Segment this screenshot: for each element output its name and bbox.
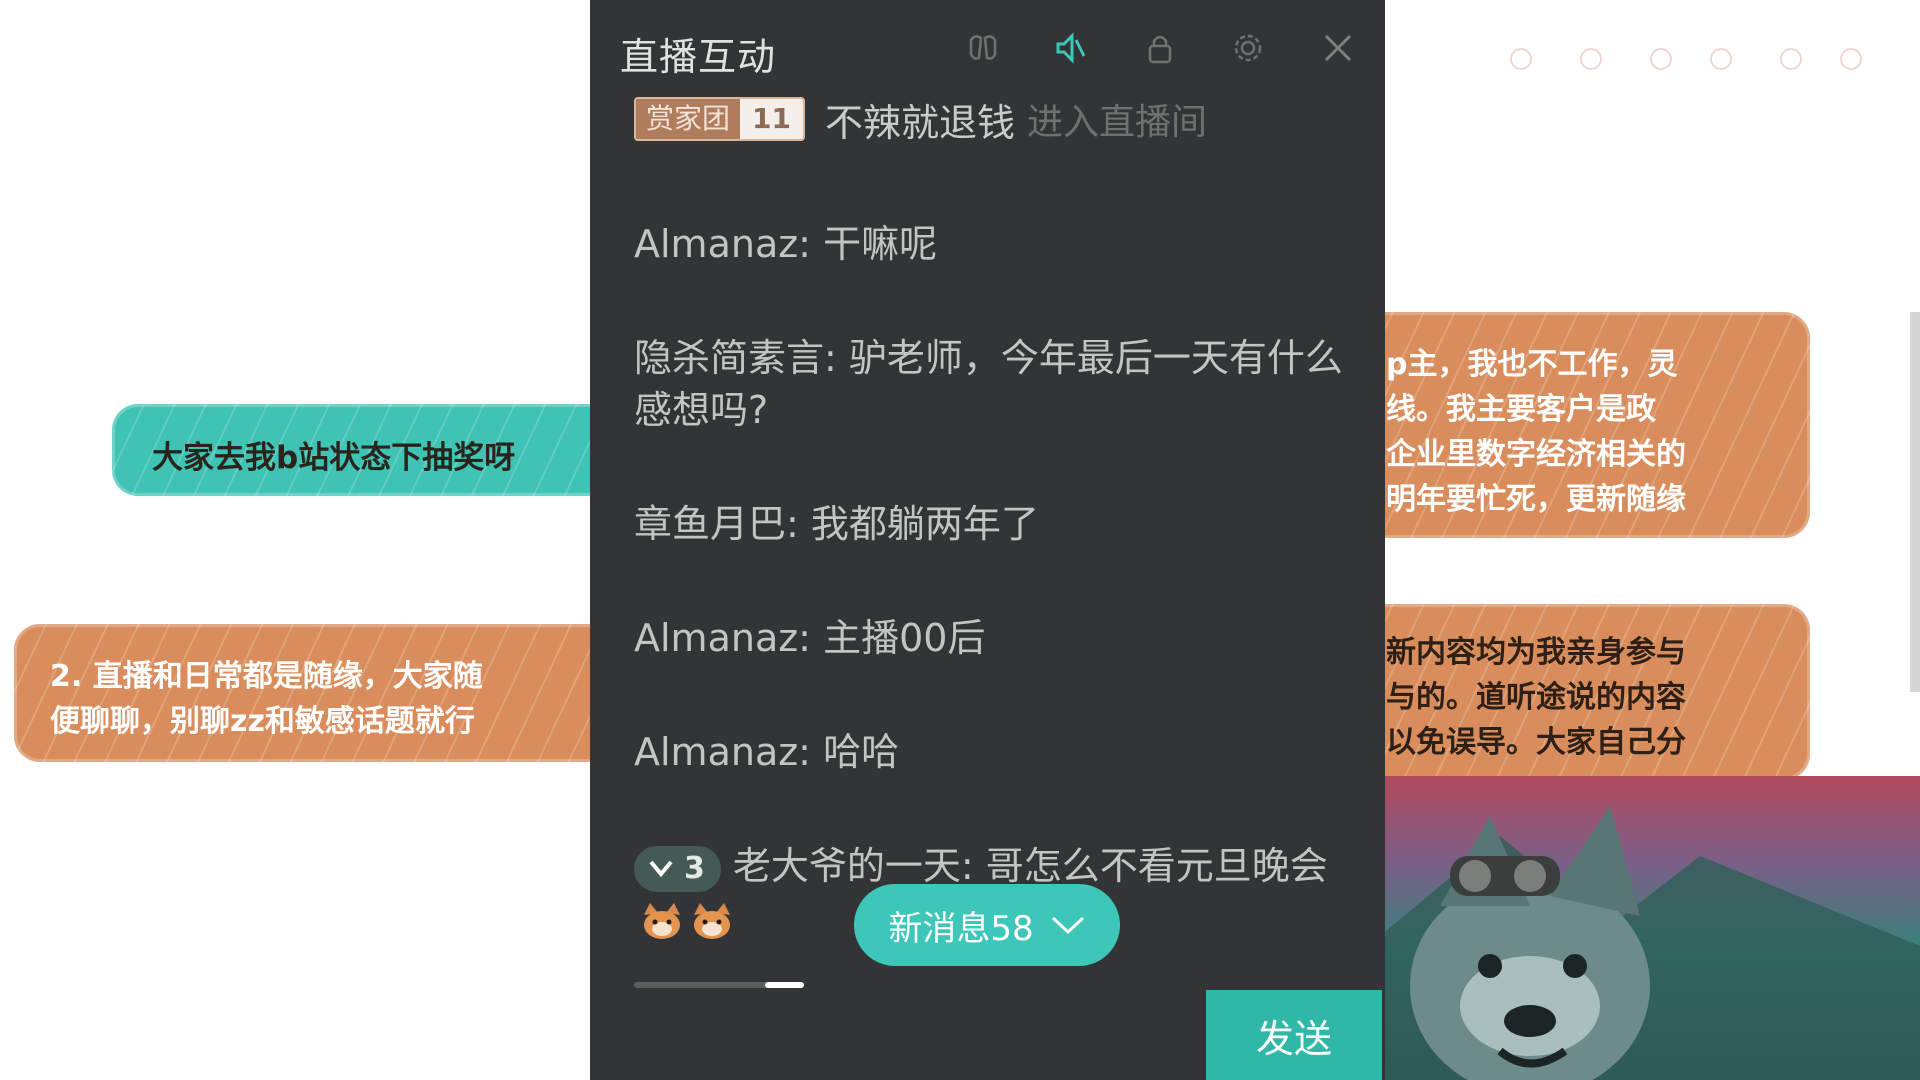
- send-button[interactable]: 发送: [1206, 990, 1382, 1080]
- rank-number: 3: [684, 850, 705, 886]
- chat-text: 主播00后: [823, 616, 986, 660]
- lock-icon[interactable]: [1142, 30, 1178, 66]
- fan-medal-level: 11: [740, 99, 803, 139]
- input-progress-fill: [764, 982, 804, 988]
- rank-badge: 3: [634, 845, 721, 892]
- chat-message: Almanaz: 主播00后: [634, 616, 986, 660]
- chevron-down-icon: [649, 860, 673, 877]
- intro-note-line: p主，我也不工作，灵: [1386, 347, 1678, 382]
- enter-tip: 进入直播间: [1027, 102, 1208, 143]
- enter-notice: 赏家团 11 不辣就退钱 进入直播间: [634, 92, 1374, 146]
- input-progress-bar: [634, 982, 804, 988]
- chat-username[interactable]: 隐杀简素言: [634, 336, 824, 380]
- intro-note-line: 线。我主要客户是政: [1386, 392, 1656, 427]
- chat-message: 隐杀简素言: 驴老师，今年最后一天有什么感想吗?: [634, 336, 1343, 432]
- chat-message: Almanaz: 哈哈: [634, 730, 900, 774]
- decorative-doodles: [1510, 40, 1870, 90]
- panel-header: 直播互动: [590, 0, 1385, 100]
- content-note: 新内容均为我亲身参与 与的。道听途说的内容 以免误导。大家自己分: [1330, 604, 1810, 780]
- scrollbar[interactable]: [1910, 312, 1920, 692]
- chat-text: 我都躺两年了: [810, 502, 1039, 546]
- lottery-note-text: 大家去我b站状态下抽奖呀: [152, 440, 516, 476]
- new-messages-button[interactable]: 新消息58: [854, 884, 1120, 966]
- chat-username[interactable]: Almanaz: [634, 222, 798, 266]
- rules-note-line: 便聊聊，别聊zz和敏感话题就行: [50, 704, 475, 739]
- dog-emoji-icon: [690, 901, 734, 941]
- gear-icon[interactable]: [1230, 30, 1266, 66]
- doodle-icon: [1710, 48, 1732, 70]
- chat-message: 章鱼月巴: 我都躺两年了: [634, 502, 1039, 546]
- intro-note-line: 明年要忙死，更新随缘: [1386, 482, 1686, 517]
- fan-medal-badge[interactable]: 赏家团 11: [634, 97, 805, 141]
- doodle-icon: [1840, 48, 1862, 70]
- chat-username[interactable]: 老大爷的一天: [733, 844, 961, 888]
- dog-avatar-image: [1380, 806, 1920, 1080]
- intro-note: p主，我也不工作，灵 线。我主要客户是政 企业里数字经济相关的 明年要忙死，更新…: [1330, 312, 1810, 538]
- chat-text: 哥怎么不看元旦晚会: [985, 844, 1328, 888]
- close-icon[interactable]: [1320, 30, 1356, 66]
- chevron-down-icon: [1051, 916, 1084, 935]
- panel-title: 直播互动: [620, 35, 777, 79]
- fan-medal-name: 赏家团: [636, 99, 741, 139]
- doodle-icon: [1650, 48, 1672, 70]
- chat-text: 干嘛呢: [823, 222, 938, 266]
- streamer-camera-feed: [1380, 776, 1920, 1080]
- doodle-icon: [1510, 48, 1532, 70]
- lottery-note: 大家去我b站状态下抽奖呀: [112, 404, 612, 496]
- chat-list: 赏家团 11 不辣就退钱 进入直播间 Almanaz: 干嘛呢 隐杀简素言: 驴…: [634, 92, 1374, 1006]
- rules-note: 2. 直播和日常都是随缘，大家随 便聊聊，别聊zz和敏感话题就行: [14, 624, 614, 762]
- chat-username[interactable]: 章鱼月巴: [634, 502, 786, 546]
- doodle-icon: [1780, 48, 1802, 70]
- live-interaction-panel: 直播互动 赏家团 11 不辣就退钱 进入直播间 Almanaz: 干嘛呢 隐杀简…: [590, 0, 1385, 1080]
- content-note-line: 以免误导。大家自己分: [1386, 725, 1686, 760]
- dog-emoji-icon: [640, 901, 684, 941]
- rules-note-line: 2. 直播和日常都是随缘，大家随: [50, 659, 483, 694]
- chat-message: Almanaz: 干嘛呢: [634, 222, 938, 266]
- chat-text: 哈哈: [823, 730, 900, 774]
- chat-username[interactable]: Almanaz: [634, 730, 798, 774]
- doodle-icon: [1580, 48, 1602, 70]
- mute-icon[interactable]: [1052, 30, 1088, 66]
- content-note-line: 新内容均为我亲身参与: [1386, 635, 1686, 670]
- content-note-line: 与的。道听途说的内容: [1386, 680, 1686, 715]
- new-messages-label: 新消息58: [888, 908, 1034, 949]
- intro-note-line: 企业里数字经济相关的: [1386, 437, 1686, 472]
- filter-icon[interactable]: [965, 30, 1001, 66]
- chat-username[interactable]: Almanaz: [634, 616, 798, 660]
- enter-username[interactable]: 不辣就退钱: [825, 92, 1015, 147]
